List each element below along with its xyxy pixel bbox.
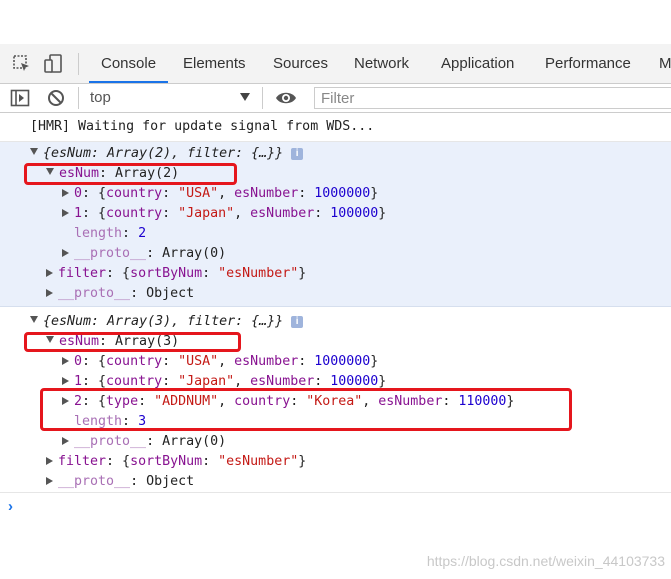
collapse-triangle-icon[interactable]: [62, 209, 69, 217]
property-key: 1: [74, 374, 83, 389]
tree-row-item-0[interactable]: 0: {country: "USA", esNumber: 1000000}: [62, 184, 378, 204]
tree-row-proto-object[interactable]: __proto__: Object: [46, 472, 194, 492]
context-selector[interactable]: top: [84, 84, 256, 112]
clear-console-icon[interactable]: [46, 88, 66, 108]
property-key: length: [74, 226, 123, 241]
collapse-triangle-icon[interactable]: [62, 189, 69, 197]
tab-elements[interactable]: Elements: [171, 44, 258, 83]
tab-network[interactable]: Network: [342, 44, 421, 83]
tree-row-item-1[interactable]: 1: {country: "Japan", esNumber: 100000}: [62, 204, 386, 224]
tab-more[interactable]: M: [647, 44, 671, 83]
console-toolbar: top: [0, 84, 671, 113]
chevron-down-icon: [240, 93, 250, 101]
info-icon[interactable]: i: [291, 316, 304, 328]
tab-console[interactable]: Console: [89, 44, 169, 83]
highlight-box-new-item: [40, 388, 572, 431]
context-value: top: [90, 89, 111, 106]
tree-row-proto-array[interactable]: __proto__: Array(0): [62, 244, 226, 264]
window-top-area: [0, 0, 671, 44]
device-toolbar-icon[interactable]: [44, 54, 64, 74]
string-value: "Japan": [178, 374, 235, 389]
tree-row-proto-array[interactable]: __proto__: Array(0): [62, 432, 226, 452]
watermark: https://blog.csdn.net/weixin_44103733: [426, 553, 665, 569]
collapse-triangle-icon[interactable]: [46, 269, 53, 277]
property-key: country: [106, 374, 163, 389]
toolbar-divider: [78, 53, 79, 75]
collapse-triangle-icon[interactable]: [62, 357, 69, 365]
property-key: country: [106, 186, 163, 201]
string-value: "USA": [178, 186, 219, 201]
property-key: filter: [58, 266, 107, 281]
property-key: esNumber: [234, 354, 299, 369]
object-summary-row[interactable]: {esNum: Array(3), filter: {…}} i: [30, 312, 304, 332]
collapse-triangle-icon[interactable]: [62, 437, 69, 445]
collapse-triangle-icon[interactable]: [46, 457, 53, 465]
toolbar-divider: [262, 87, 263, 109]
number-value: 1000000: [314, 186, 371, 201]
tree-row-length: length: 2: [74, 226, 147, 241]
collapse-triangle-icon[interactable]: [62, 249, 69, 257]
highlight-box-esnum-1: [24, 163, 237, 185]
devtools-tabbar: Console Elements Sources Network Applica…: [0, 44, 671, 84]
string-value: "esNumber": [218, 454, 299, 469]
property-key: __proto__: [58, 286, 131, 301]
property-key: country: [106, 206, 163, 221]
highlight-box-esnum-2: [24, 332, 241, 352]
tab-sources[interactable]: Sources: [261, 44, 340, 83]
property-key: 0: [74, 354, 83, 369]
info-icon[interactable]: i: [291, 148, 304, 160]
toolbar-divider: [78, 87, 79, 109]
number-value: 2: [138, 226, 147, 241]
console-message-hmr: [HMR] Waiting for update signal from WDS…: [0, 113, 671, 142]
property-key: __proto__: [74, 246, 147, 261]
tab-performance[interactable]: Performance: [533, 44, 643, 83]
property-key: __proto__: [58, 474, 131, 489]
expand-triangle-icon[interactable]: [30, 316, 38, 323]
number-value: 1000000: [314, 354, 371, 369]
filter-input-box[interactable]: [314, 87, 671, 109]
tree-row-filter[interactable]: filter: {sortByNum: "esNumber"}: [46, 452, 306, 472]
string-value: "Japan": [178, 206, 235, 221]
collapse-triangle-icon[interactable]: [46, 289, 53, 297]
eye-icon[interactable]: [275, 88, 297, 108]
property-value: : Object: [130, 474, 195, 489]
property-key: esNumber: [250, 374, 315, 389]
property-key: __proto__: [74, 434, 147, 449]
property-key: esNumber: [234, 186, 299, 201]
number-value: 100000: [330, 206, 379, 221]
property-key: sortByNum: [130, 454, 203, 469]
property-key: esNumber: [250, 206, 315, 221]
inspect-element-icon[interactable]: [12, 54, 32, 74]
property-key: sortByNum: [130, 266, 203, 281]
sidebar-toggle-icon[interactable]: [10, 88, 30, 108]
object-summary-row[interactable]: {esNum: Array(2), filter: {…}} i: [30, 144, 304, 164]
tree-row-proto-object[interactable]: __proto__: Object: [46, 284, 194, 304]
string-value: "esNumber": [218, 266, 299, 281]
property-value: : Object: [130, 286, 195, 301]
filter-input[interactable]: [315, 88, 671, 108]
collapse-triangle-icon[interactable]: [46, 477, 53, 485]
object-summary: {esNum: Array(2), filter: {…}}: [43, 146, 284, 161]
property-value: : Array(0): [146, 434, 227, 449]
collapse-triangle-icon[interactable]: [62, 377, 69, 385]
property-key: 1: [74, 206, 83, 221]
object-summary: {esNum: Array(3), filter: {…}}: [43, 314, 284, 329]
property-value: : Array(0): [146, 246, 227, 261]
console-prompt-icon[interactable]: ›: [8, 498, 13, 515]
string-value: "USA": [178, 354, 219, 369]
tree-row-item-0[interactable]: 0: {country: "USA", esNumber: 1000000}: [62, 352, 378, 372]
tree-row-filter[interactable]: filter: {sortByNum: "esNumber"}: [46, 264, 306, 284]
expand-triangle-icon[interactable]: [30, 148, 38, 155]
property-key: 0: [74, 186, 83, 201]
number-value: 100000: [330, 374, 379, 389]
tab-application[interactable]: Application: [429, 44, 526, 83]
log-text: [HMR] Waiting for update signal from WDS…: [30, 119, 375, 134]
property-key: filter: [58, 454, 107, 469]
property-key: country: [106, 354, 163, 369]
